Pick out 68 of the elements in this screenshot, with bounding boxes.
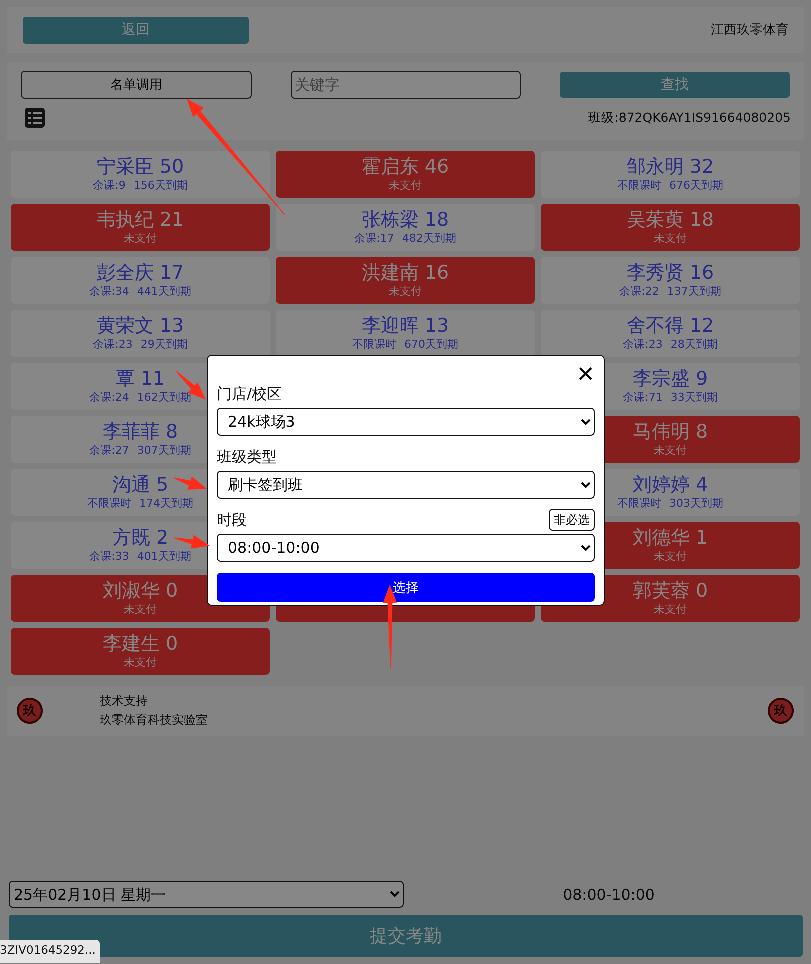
payment-status: 未支付 [389,284,422,300]
expiry-days: 482天到期 [402,230,456,246]
remaining-lessons: 余课:34 [90,284,130,300]
expiry-days: 307天到期 [137,442,192,458]
expiry-days: 441天到期 [137,284,192,300]
student-name: 洪建南 16 [362,262,450,284]
expiry-days: 303天到期 [670,496,724,512]
student-name: 李菲菲 8 [102,420,178,442]
payment-status: 未支付 [654,548,687,564]
student-name: 李宗盛 9 [632,368,708,390]
student-name: 邹永明 32 [626,156,714,178]
lab-name: 玖零体育科技实验室 [100,712,209,729]
remaining-lessons: 余课:24 [90,390,130,406]
student-name: 李建生 0 [102,632,178,654]
student-name: 李迎晖 13 [362,314,450,336]
student-name: 马伟明 8 [632,420,708,442]
support-label: 技术支持 [100,693,149,710]
student-name: 黄荣文 13 [96,314,184,336]
expiry-days: 33天到期 [670,390,718,406]
expiry-days: 670天到期 [404,336,458,352]
remaining-lessons: 不限课时 [352,336,396,352]
logo-badge: 玖 [17,698,43,724]
remaining-lessons: 余课:23 [623,336,663,352]
logo-badge: 玖 [768,698,794,724]
class-id: 班级:872QK6AY1IS91664080205 [588,110,791,126]
remaining-lessons: 不限课时 [618,178,662,194]
expiry-days: 676天到期 [670,178,724,194]
payment-status: 未支付 [124,602,157,618]
payment-status: 未支付 [389,178,422,194]
remaining-lessons: 余课:27 [90,442,130,458]
payment-status: 未支付 [124,230,157,246]
time-range: 08:00-10:00 [562,886,656,904]
payment-status: 未支付 [654,442,687,458]
expiry-days: 156天到期 [134,178,188,194]
student-name: 韦执纪 21 [96,208,184,230]
remaining-lessons: 余课:9 [93,178,126,194]
student-name: 舍不得 12 [626,314,714,336]
student-name: 吴茱萸 18 [626,208,714,230]
student-name: 张栋梁 18 [362,208,450,230]
payment-status: 未支付 [124,654,157,670]
student-name: 覃 11 [116,368,166,390]
student-name: 李秀贤 16 [626,262,714,284]
student-name: 沟通 5 [112,474,169,496]
remaining-lessons: 不限课时 [88,496,132,512]
expiry-days: 29天到期 [140,336,188,352]
student-name: 郭芙蓉 0 [632,580,708,602]
student-name: 宁采臣 50 [96,156,184,178]
expiry-days: 162天到期 [137,390,192,406]
remaining-lessons: 余课:71 [623,390,663,406]
remaining-lessons: 余课:23 [93,336,133,352]
remaining-lessons: 不限课时 [618,496,662,512]
brand-name: 江西玖零体育 [711,22,789,39]
student-name: 霍启东 46 [362,156,450,178]
student-name: 彭全庆 17 [96,262,184,284]
student-name: 刘德华 1 [632,526,708,548]
tooltip: 3ZIV01645292... [0,940,100,963]
expiry-days: 401天到期 [137,548,192,564]
student-name: 刘婷婷 4 [632,474,708,496]
payment-status: 未支付 [654,230,687,246]
remaining-lessons: 余课:33 [90,548,130,564]
remaining-lessons: 余课:22 [620,284,660,300]
expiry-days: 174天到期 [140,496,194,512]
student-name: 刘淑华 0 [102,580,178,602]
student-name: 方既 2 [112,526,169,548]
payment-status: 未支付 [654,602,687,618]
expiry-days: 137天到期 [667,284,722,300]
expiry-days: 28天到期 [670,336,718,352]
remaining-lessons: 余课:17 [354,230,394,246]
